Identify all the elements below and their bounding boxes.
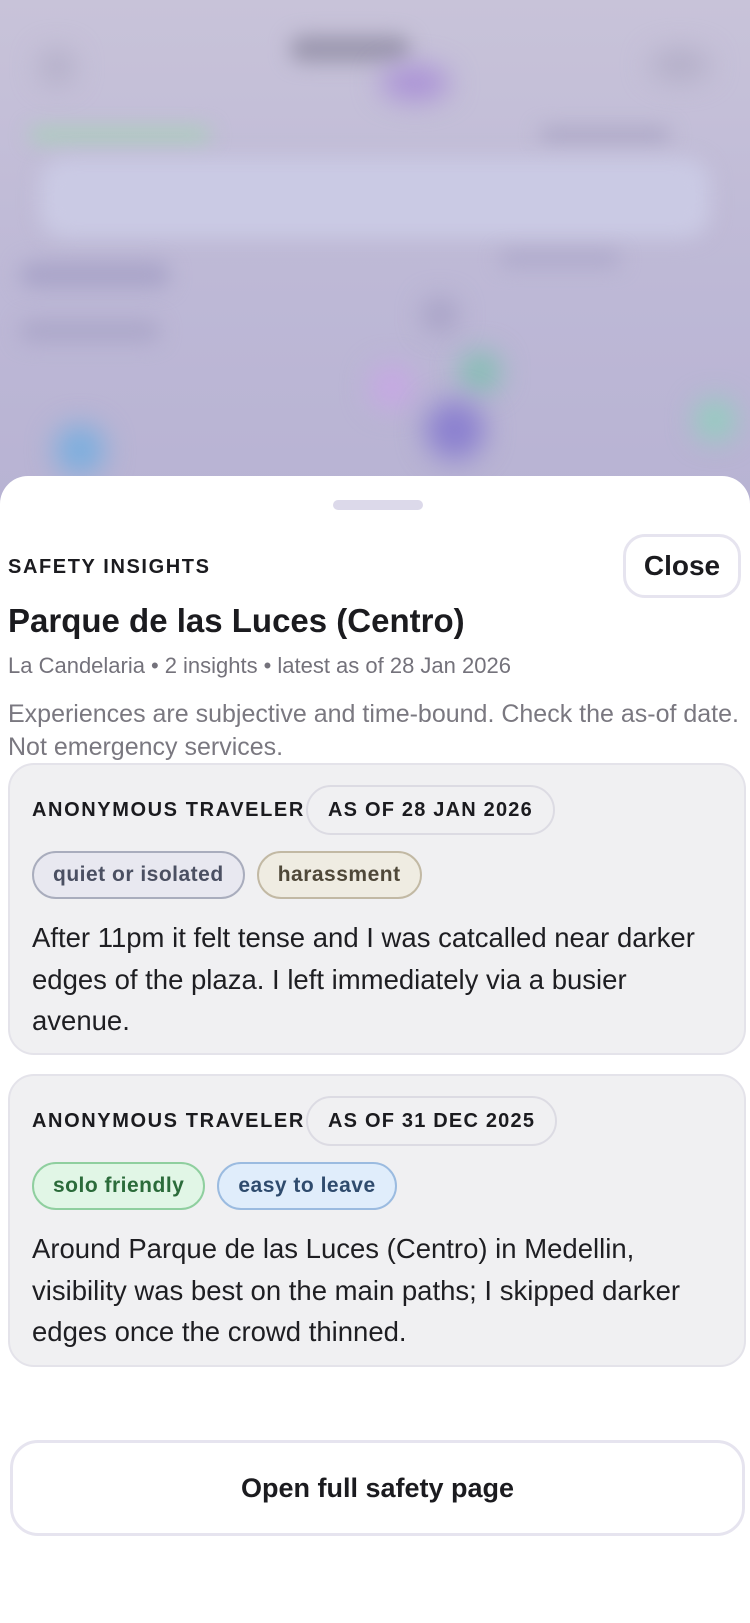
blurred-status-strip (30, 128, 210, 142)
blurred-right-icon (650, 50, 710, 80)
tag-quiet-or-isolated: quiet or isolated (32, 851, 245, 899)
blurred-header-title (290, 36, 410, 62)
sheet-drag-handle[interactable] (333, 500, 423, 510)
insight-card: ANONYMOUS TRAVELER AS OF 31 DEC 2025 sol… (8, 1074, 746, 1367)
safety-insights-sheet: SAFETY INSIGHTS Close Parque de las Luce… (0, 476, 750, 1623)
blurred-header-badge (380, 66, 450, 100)
blurred-marker-5 (695, 400, 735, 440)
insight-card: ANONYMOUS TRAVELER AS OF 28 JAN 2026 qui… (8, 763, 746, 1055)
blurred-search-field (40, 158, 710, 238)
tag-solo-friendly: solo friendly (32, 1162, 206, 1210)
sheet-eyebrow: SAFETY INSIGHTS (8, 556, 211, 578)
blurred-marker-3 (425, 400, 485, 460)
open-full-safety-page-button[interactable]: Open full safety page (10, 1440, 745, 1536)
disclaimer-text: Experiences are subjective and time-boun… (8, 700, 739, 761)
blurred-row (20, 262, 170, 288)
insight-date-badge: AS OF 31 DEC 2025 (306, 1096, 558, 1146)
blurred-background (0, 0, 750, 500)
tag-harassment: harassment (256, 851, 422, 899)
insight-author: ANONYMOUS TRAVELER (32, 799, 305, 821)
tag-easy-to-leave: easy to leave (217, 1162, 397, 1210)
meta-separator: • (150, 653, 159, 678)
blurred-status-strip-right (540, 128, 670, 142)
latest-date: latest as of 28 Jan 2026 (277, 653, 511, 678)
place-meta: La Candelaria • 2 insights • latest as of 28… (8, 653, 511, 679)
insight-text: After 11pm it felt tense and I was catca… (32, 922, 695, 1036)
blurred-left-icon (40, 50, 74, 84)
blurred-marker-6 (425, 300, 455, 330)
neighborhood-label: La Candelaria (8, 653, 145, 678)
insight-tags: solo friendly easy to leave (32, 1162, 397, 1210)
blurred-row-3 (500, 252, 620, 266)
place-title: Parque de las Luces (Centro) (8, 602, 465, 639)
insight-author: ANONYMOUS TRAVELER (32, 1110, 305, 1132)
insight-tags: quiet or isolated harassment (32, 851, 422, 899)
blurred-marker-4 (55, 425, 105, 475)
close-button[interactable]: Close (623, 534, 741, 598)
blurred-marker-2 (460, 352, 500, 392)
blurred-marker (370, 365, 414, 409)
insight-text: Around Parque de las Luces (Centro) in M… (32, 1233, 681, 1347)
insights-count: 2 insights (164, 653, 258, 678)
meta-separator: • (263, 653, 272, 678)
blurred-row-2 (20, 320, 160, 342)
insight-date-badge: AS OF 28 JAN 2026 (306, 785, 555, 835)
